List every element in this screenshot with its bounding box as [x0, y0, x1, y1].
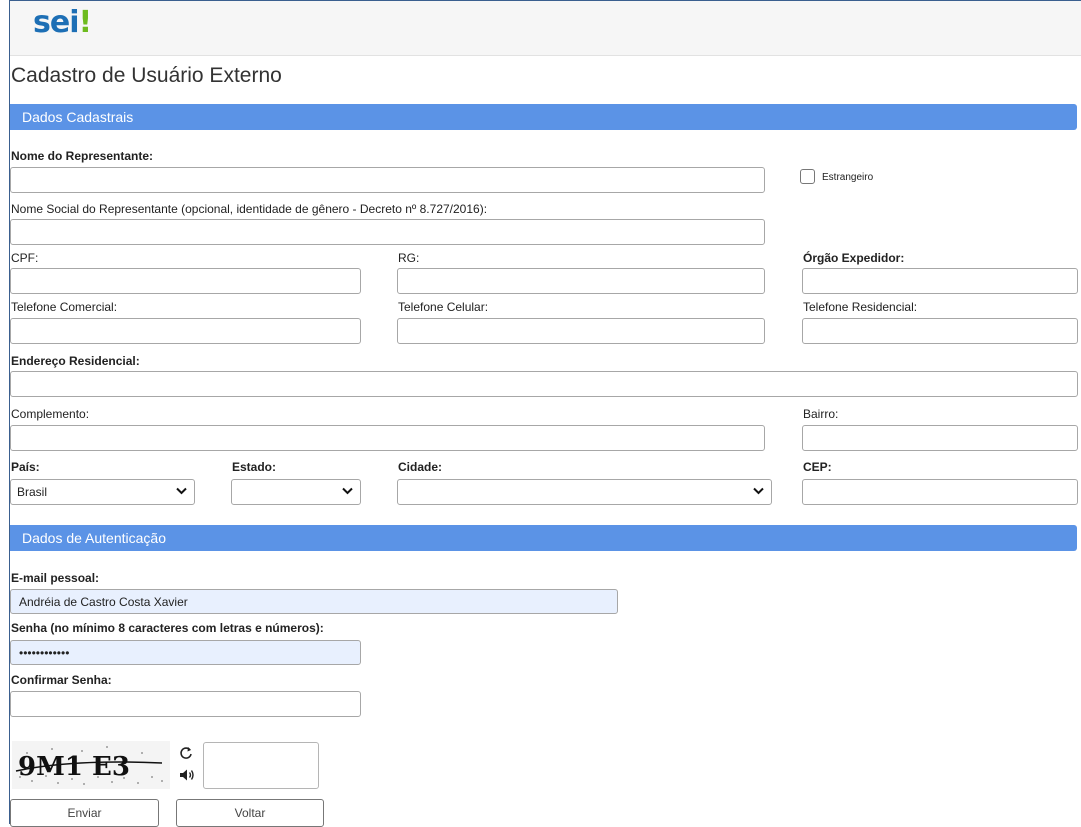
label-endereco: Endereço Residencial:: [11, 354, 140, 368]
voltar-button[interactable]: Voltar: [176, 799, 324, 827]
label-cep: CEP:: [803, 460, 832, 474]
cep-input[interactable]: [802, 479, 1078, 505]
label-bairro: Bairro:: [803, 407, 839, 421]
cidade-select[interactable]: [397, 479, 772, 505]
senha-input[interactable]: [10, 640, 361, 665]
nome-input[interactable]: [10, 167, 765, 193]
refresh-icon[interactable]: [179, 746, 193, 760]
section-dados-autenticacao: Dados de Autenticação: [10, 525, 1077, 551]
label-estrangeiro: Estrangeiro: [822, 172, 874, 183]
chevron-down-icon: [753, 487, 764, 495]
chevron-down-icon: [342, 487, 353, 495]
label-complemento: Complemento:: [11, 407, 90, 421]
orgao-expedidor-input[interactable]: [802, 268, 1078, 294]
page-title: Cadastro de Usuário Externo: [11, 64, 282, 87]
section-dados-cadastrais: Dados Cadastrais: [10, 104, 1077, 130]
label-cidade: Cidade:: [398, 460, 443, 474]
nome-social-input[interactable]: [10, 219, 765, 245]
label-cpf: CPF:: [11, 251, 39, 265]
telefone-celular-input[interactable]: [397, 318, 765, 344]
bairro-input[interactable]: [802, 425, 1078, 451]
rg-input[interactable]: [397, 268, 765, 294]
label-nome-social: Nome Social do Representante (opcional, …: [11, 202, 488, 216]
enviar-button[interactable]: Enviar: [10, 799, 159, 827]
label-senha: Senha (no mínimo 8 caracteres com letras…: [11, 621, 324, 635]
label-pais: País:: [11, 460, 40, 474]
complemento-input[interactable]: [10, 425, 765, 451]
pais-selected-value: Brasil: [17, 485, 48, 499]
email-input[interactable]: [10, 589, 618, 614]
label-telefone-residencial: Telefone Residencial:: [803, 300, 918, 314]
label-estado: Estado:: [232, 460, 277, 474]
label-telefone-celular: Telefone Celular:: [398, 300, 489, 314]
label-orgao-expedidor: Órgão Expedidor:: [803, 251, 905, 265]
label-telefone-comercial: Telefone Comercial:: [11, 300, 118, 314]
estrangeiro-checkbox[interactable]: [800, 169, 815, 184]
captcha-input[interactable]: [203, 742, 319, 789]
chevron-down-icon: [176, 487, 187, 495]
telefone-residencial-input[interactable]: [802, 318, 1078, 344]
endereco-input[interactable]: [10, 371, 1078, 397]
speaker-icon[interactable]: [179, 768, 195, 782]
label-email: E-mail pessoal:: [11, 571, 100, 585]
label-confirmar-senha: Confirmar Senha:: [11, 673, 112, 687]
label-rg: RG:: [398, 251, 420, 265]
label-nome: Nome do Representante:: [11, 149, 154, 163]
confirmar-senha-input[interactable]: [10, 691, 361, 717]
estado-select[interactable]: [231, 479, 361, 505]
pais-select[interactable]: Brasil: [10, 479, 195, 505]
telefone-comercial-input[interactable]: [10, 318, 361, 344]
cpf-input[interactable]: [10, 268, 361, 294]
captcha-image: 9M1 E3: [12, 741, 170, 789]
sei-logo[interactable]: sei!: [33, 5, 92, 40]
app-header: sei!: [10, 1, 1081, 56]
